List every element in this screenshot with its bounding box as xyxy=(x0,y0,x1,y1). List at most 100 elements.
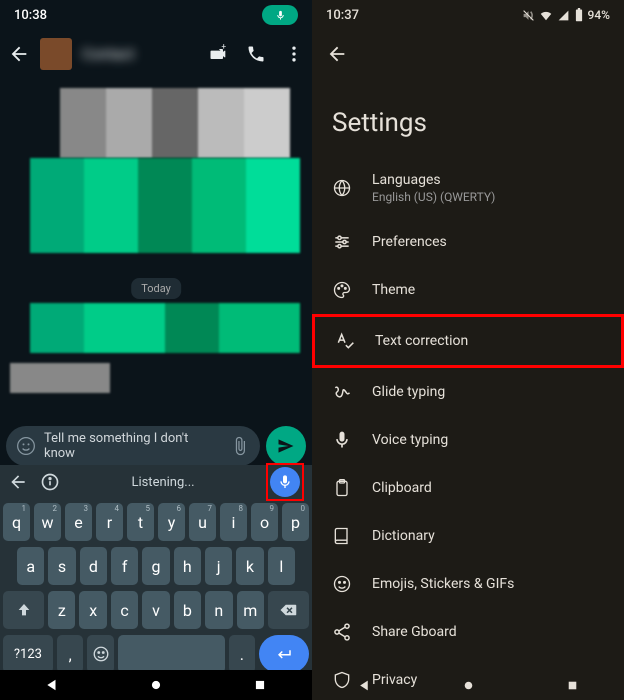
settings-item-share-gboard[interactable]: Share Gboard xyxy=(312,608,624,656)
key-j[interactable]: j xyxy=(205,547,232,585)
redacted-message xyxy=(10,363,110,393)
spellcheck-icon xyxy=(335,331,355,351)
nav-recent-icon[interactable] xyxy=(253,678,267,692)
period-key[interactable]: . xyxy=(229,635,256,673)
kb-info-icon[interactable] xyxy=(40,472,60,492)
mic-pill-indicator[interactable] xyxy=(262,5,298,25)
settings-item-voice-typing[interactable]: Voice typing xyxy=(312,416,624,464)
settings-screen: 10:37 94% Settings LanguagesEnglish (US)… xyxy=(312,0,624,700)
key-v[interactable]: v xyxy=(142,591,169,629)
clipboard-icon xyxy=(332,478,352,498)
key-r[interactable]: r4 xyxy=(96,503,123,541)
keyboard-row-1: q1w2e3r4t5y6u7i8o9p0 xyxy=(3,503,309,541)
status-time: 10:38 xyxy=(14,8,47,23)
nav-home-icon[interactable] xyxy=(149,678,163,692)
back-row xyxy=(312,30,624,78)
key-p[interactable]: p0 xyxy=(282,503,309,541)
settings-item-glide-typing[interactable]: Glide typing xyxy=(312,368,624,416)
settings-label: Dictionary xyxy=(372,528,435,544)
key-l[interactable]: l xyxy=(268,547,295,585)
date-chip: Today xyxy=(131,278,181,299)
chat-screen: 10:38 Contact + Today Tell me something … xyxy=(0,0,312,700)
battery-icon xyxy=(574,8,584,22)
voice-input-highlight xyxy=(266,463,304,501)
attach-icon[interactable] xyxy=(230,436,250,456)
battery-percent: 94% xyxy=(588,8,610,22)
video-call-icon[interactable]: + xyxy=(208,44,228,64)
signal-icon xyxy=(557,9,570,22)
key-m[interactable]: m xyxy=(237,591,264,629)
nav-back-icon[interactable] xyxy=(45,678,59,692)
settings-label: Voice typing xyxy=(372,432,448,448)
keyboard-row-2: asdfghjkl xyxy=(3,547,309,585)
key-t[interactable]: t5 xyxy=(127,503,154,541)
keyboard: Listening... q1w2e3r4t5y6u7i8o9p0 asdfgh… xyxy=(0,465,312,670)
avatar[interactable] xyxy=(40,38,72,70)
settings-label: Text correction xyxy=(375,333,468,349)
emoji-icon xyxy=(332,574,352,594)
key-c[interactable]: c xyxy=(111,591,138,629)
emoji-key[interactable] xyxy=(87,635,114,673)
backspace-key[interactable] xyxy=(268,591,309,629)
shift-key[interactable] xyxy=(3,591,44,629)
settings-list: LanguagesEnglish (US) (QWERTY)Preference… xyxy=(312,158,624,700)
status-bar-left: 10:38 xyxy=(0,0,312,30)
settings-item-theme[interactable]: Theme xyxy=(312,266,624,314)
message-input[interactable]: Tell me something I don't know xyxy=(6,426,260,466)
kb-back-icon[interactable] xyxy=(8,472,28,492)
back-icon[interactable] xyxy=(326,43,348,65)
key-s[interactable]: s xyxy=(48,547,75,585)
symbols-key[interactable]: ?123 xyxy=(3,635,53,673)
key-d[interactable]: d xyxy=(80,547,107,585)
key-k[interactable]: k xyxy=(236,547,263,585)
key-n[interactable]: n xyxy=(205,591,232,629)
settings-title: Settings xyxy=(312,78,624,158)
send-button[interactable] xyxy=(266,426,306,466)
keyboard-toolbar: Listening... xyxy=(0,465,312,499)
settings-item-preferences[interactable]: Preferences xyxy=(312,218,624,266)
key-f[interactable]: f xyxy=(111,547,138,585)
comma-key[interactable]: , xyxy=(57,635,84,673)
voice-input-button[interactable] xyxy=(270,467,300,497)
nav-recent-icon[interactable] xyxy=(566,679,579,692)
settings-item-clipboard[interactable]: Clipboard xyxy=(312,464,624,512)
book-icon xyxy=(332,526,352,546)
space-key[interactable] xyxy=(118,635,224,673)
enter-key[interactable] xyxy=(259,635,309,673)
emoji-icon[interactable] xyxy=(16,436,36,456)
key-h[interactable]: h xyxy=(174,547,201,585)
status-icons: 94% xyxy=(522,8,610,22)
key-y[interactable]: y6 xyxy=(158,503,185,541)
nav-home-icon[interactable] xyxy=(462,679,475,692)
key-w[interactable]: w2 xyxy=(34,503,61,541)
nav-bar-left xyxy=(0,670,312,700)
key-a[interactable]: a xyxy=(17,547,44,585)
keyboard-row-3: zxcvbnm xyxy=(3,591,309,629)
nav-back-icon[interactable] xyxy=(358,679,371,692)
chat-title[interactable]: Contact xyxy=(82,45,198,63)
settings-sub: English (US) (QWERTY) xyxy=(372,190,495,204)
svg-text:+: + xyxy=(221,44,226,52)
key-e[interactable]: e3 xyxy=(65,503,92,541)
key-u[interactable]: u7 xyxy=(189,503,216,541)
settings-item-languages[interactable]: LanguagesEnglish (US) (QWERTY) xyxy=(312,158,624,218)
keyboard-row-4: ?123 , . xyxy=(3,635,309,673)
key-z[interactable]: z xyxy=(48,591,75,629)
back-icon[interactable] xyxy=(8,43,30,65)
settings-item-emojis-stickers-gifs[interactable]: Emojis, Stickers & GIFs xyxy=(312,560,624,608)
settings-label: Emojis, Stickers & GIFs xyxy=(372,576,514,592)
key-o[interactable]: o9 xyxy=(251,503,278,541)
settings-item-dictionary[interactable]: Dictionary xyxy=(312,512,624,560)
key-b[interactable]: b xyxy=(174,591,201,629)
call-icon[interactable] xyxy=(246,44,266,64)
sliders-icon xyxy=(332,232,352,252)
settings-item-text-correction[interactable]: Text correction xyxy=(312,314,624,368)
key-i[interactable]: i8 xyxy=(220,503,247,541)
wifi-icon xyxy=(539,8,553,22)
key-g[interactable]: g xyxy=(142,547,169,585)
key-q[interactable]: q1 xyxy=(3,503,30,541)
key-x[interactable]: x xyxy=(79,591,106,629)
input-bar: Tell me something I don't know xyxy=(6,426,306,466)
settings-label: Share Gboard xyxy=(372,624,457,640)
more-icon[interactable] xyxy=(284,44,304,64)
